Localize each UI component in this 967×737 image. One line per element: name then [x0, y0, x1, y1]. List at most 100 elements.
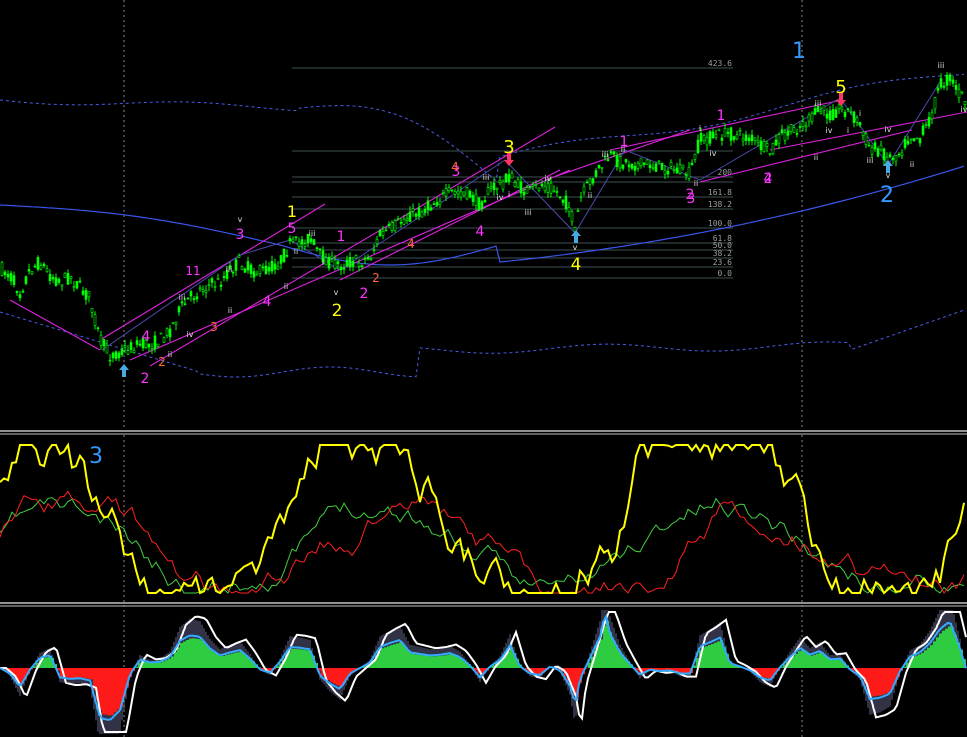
sub-wave-mark: iii: [938, 61, 945, 70]
candle-body: [489, 186, 493, 189]
candle-body: [912, 138, 916, 142]
candle-body: [561, 199, 565, 203]
candle-body: [621, 164, 625, 169]
candle-body: [123, 345, 127, 348]
candle-body: [405, 218, 409, 221]
channel-line: [9, 299, 101, 351]
macd-histogram: [336, 668, 339, 686]
wave-label: 2: [880, 183, 894, 208]
candle-body: [861, 131, 865, 136]
candle-body: [846, 108, 850, 110]
candle-body: [726, 132, 730, 134]
candle-body: [630, 163, 634, 169]
fib-label: 161.8: [708, 188, 732, 197]
candle-body: [480, 201, 484, 210]
candle-body: [588, 178, 592, 185]
candle-body: [537, 187, 541, 191]
wave-label: 4: [571, 255, 582, 275]
macd-panel: [0, 610, 967, 734]
candle-body: [516, 179, 520, 188]
candle-body: [297, 241, 301, 247]
macd-histogram: [207, 646, 210, 668]
candle-body: [399, 222, 403, 224]
candle-body: [255, 273, 259, 276]
candle-body: [345, 259, 349, 266]
wave-label: 5: [288, 221, 297, 237]
candle-body: [627, 164, 631, 168]
candle-body: [366, 256, 370, 260]
macd-histogram: [717, 641, 720, 668]
candle-body: [426, 200, 430, 211]
macd-histogram: [162, 661, 165, 668]
candle-body: [519, 181, 523, 194]
candle-body: [105, 344, 109, 354]
macd-histogram: [885, 668, 888, 694]
candle-body: [855, 117, 859, 123]
candle-body: [318, 248, 322, 250]
up-arrow: [119, 364, 129, 377]
macd-histogram: [795, 653, 798, 668]
candle-body: [609, 151, 613, 154]
wave-label: 2: [372, 271, 380, 285]
candle-body: [174, 321, 178, 325]
macd-histogram: [798, 651, 801, 668]
macd-histogram: [399, 642, 402, 668]
macd-histogram: [66, 668, 69, 678]
candle-body: [819, 111, 823, 114]
candle-body: [267, 266, 271, 272]
candle-body: [288, 238, 292, 242]
candle-body: [615, 155, 619, 168]
candle-body: [645, 159, 649, 165]
candle-body: [858, 122, 862, 126]
fib-label: 138.2: [708, 200, 732, 209]
macd-histogram: [429, 656, 432, 668]
candle-body: [63, 272, 67, 279]
candle-body: [759, 140, 763, 151]
macd-histogram: [102, 668, 105, 715]
candle-body: [540, 183, 544, 187]
candle-body: [219, 284, 223, 287]
candle-body: [102, 339, 106, 347]
macd-histogram: [441, 655, 444, 668]
sub-wave-mark: v: [334, 288, 339, 297]
macd-histogram: [237, 652, 240, 668]
candle-body: [54, 277, 58, 286]
candle-body: [387, 223, 391, 226]
candle-body: [300, 239, 304, 245]
candle-body: [48, 274, 52, 281]
macd-histogram: [171, 656, 174, 668]
candle-body: [126, 350, 130, 355]
wave-label: 3: [687, 191, 696, 207]
candle-body: [276, 266, 280, 270]
candle-body: [252, 271, 256, 278]
candle-body: [339, 266, 343, 271]
sub-wave-mark: iv: [826, 126, 833, 135]
macd-histogram: [534, 668, 537, 674]
candle-body: [93, 314, 97, 326]
macd-histogram: [330, 668, 333, 683]
candle-body: [381, 230, 385, 236]
macd-histogram: [435, 656, 438, 668]
macd-histogram: [432, 656, 435, 668]
fib-label: 423.6: [708, 59, 732, 68]
candle-body: [45, 268, 49, 272]
candle-body: [207, 284, 211, 286]
macd-histogram: [390, 645, 393, 668]
fib-label: 23.6: [713, 258, 732, 267]
candle-body: [663, 169, 667, 175]
candle-body: [162, 337, 166, 343]
candle-body: [336, 261, 340, 265]
candle-body: [699, 133, 703, 142]
candle-body: [543, 185, 547, 192]
fib-label: 0.0: [718, 269, 733, 278]
macd-histogram: [81, 668, 84, 678]
candle-body: [672, 169, 676, 171]
candle-body: [27, 268, 31, 272]
candle-body: [909, 138, 913, 141]
candle-body: [918, 138, 922, 144]
candle-body: [612, 151, 616, 155]
sub-wave-mark: i: [699, 124, 701, 133]
candle-body: [423, 208, 427, 213]
macd-histogram: [426, 656, 429, 668]
macd-histogram: [417, 654, 420, 668]
